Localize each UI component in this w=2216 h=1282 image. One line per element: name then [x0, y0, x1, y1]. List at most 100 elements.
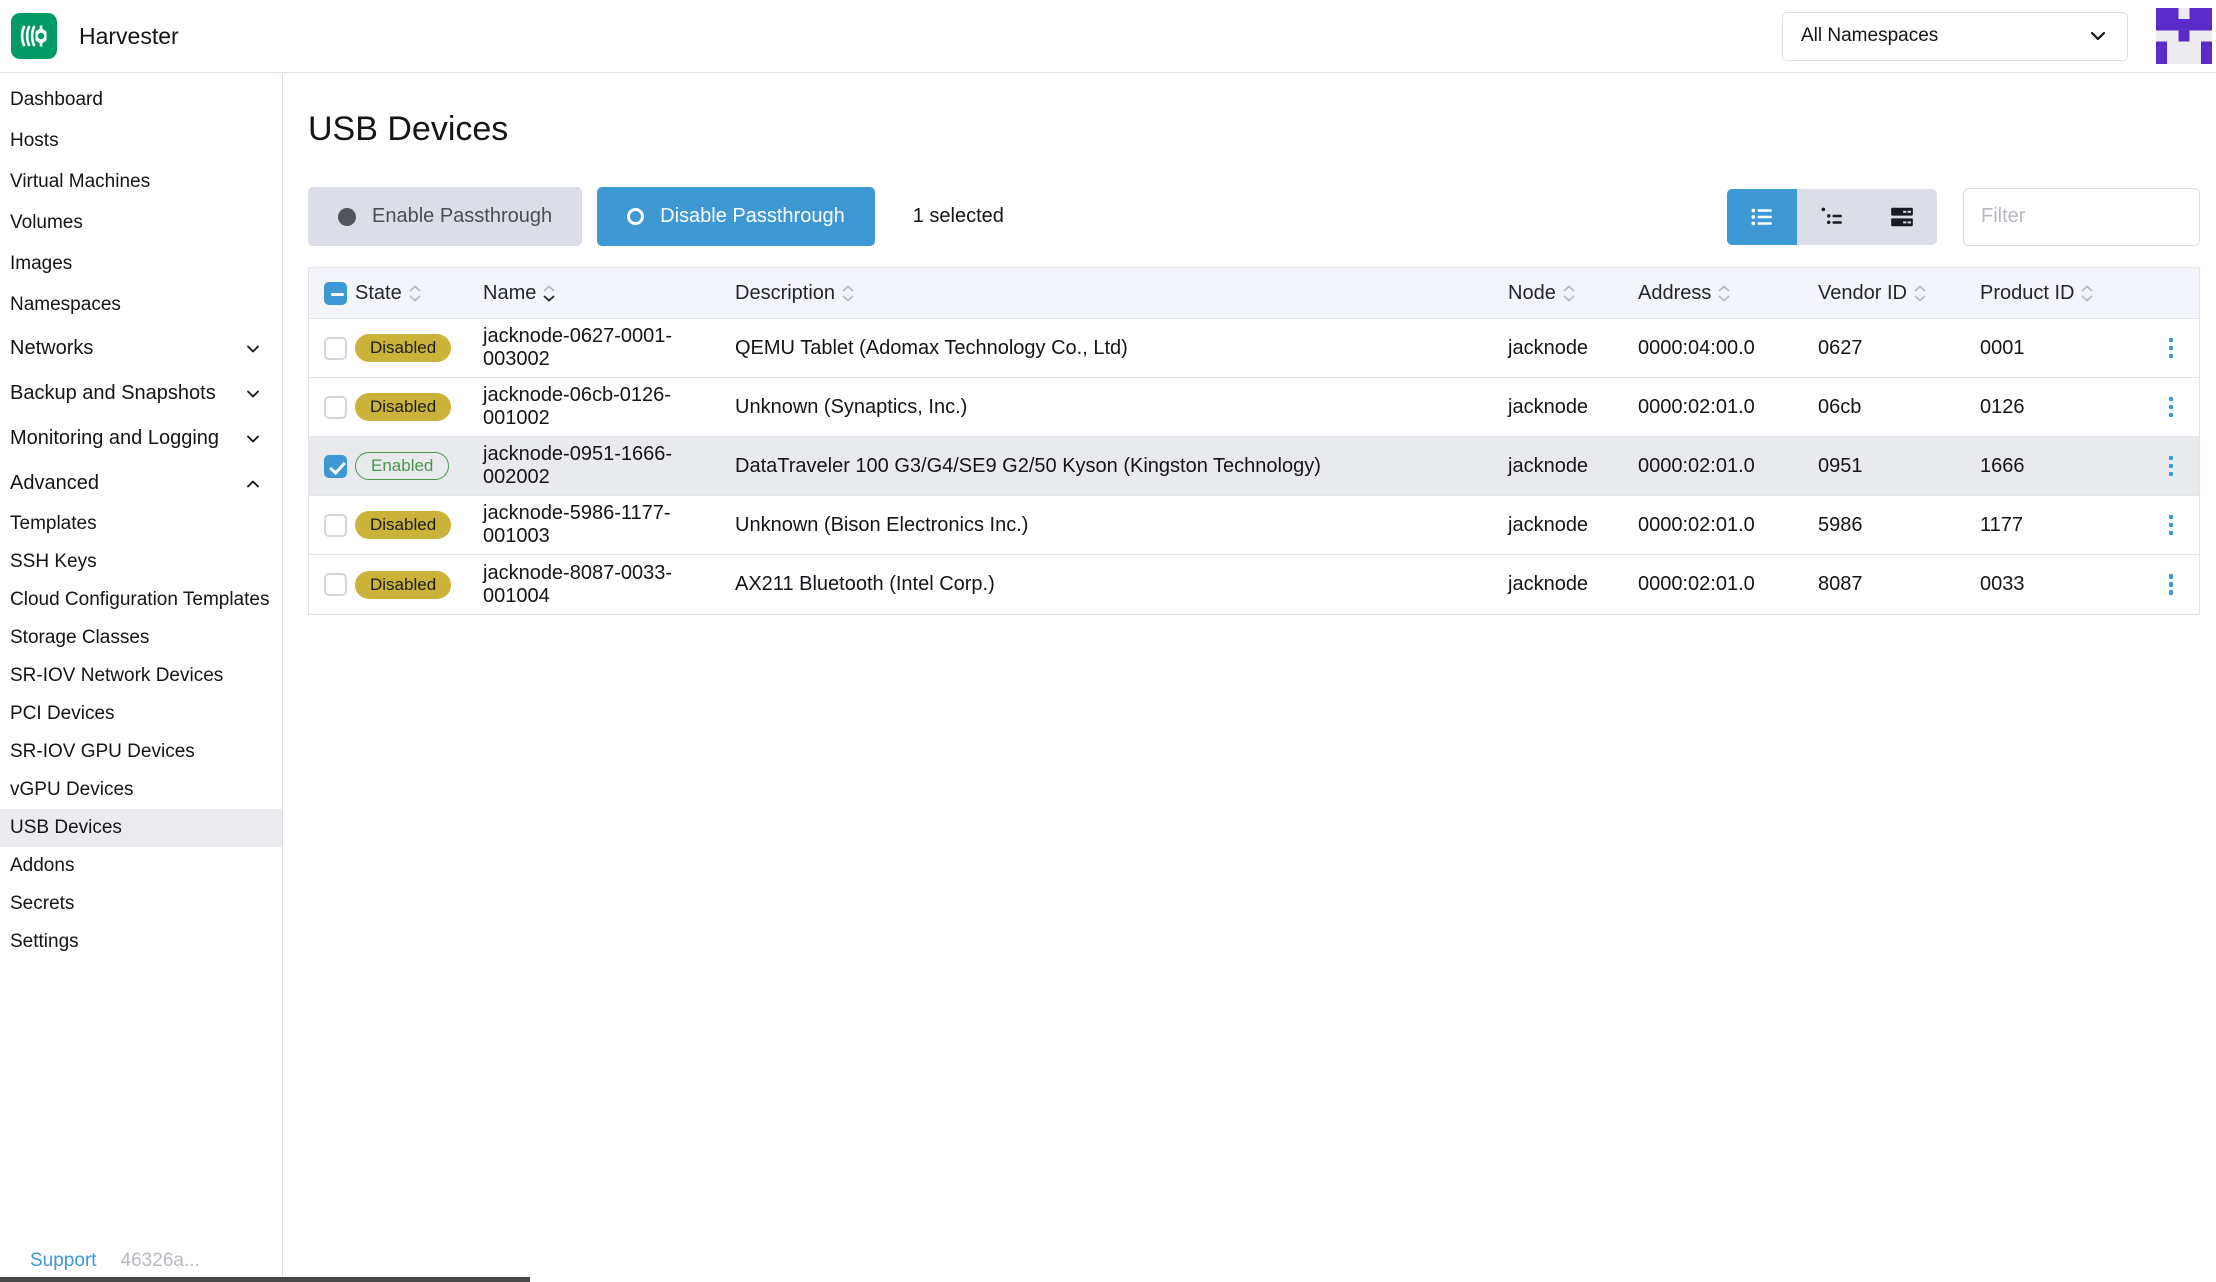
harvester-logo-glyph	[17, 19, 51, 53]
device-description: DataTraveler 100 G3/G4/SE9 G2/50 Kyson (…	[735, 455, 1508, 478]
namespace-selected-value: All Namespaces	[1801, 25, 1938, 47]
table-row: Disabled jacknode-06cb-0126-001002 Unkno…	[309, 378, 2199, 437]
row-checkbox[interactable]	[324, 396, 347, 419]
sidebar-nav: Dashboard Hosts Virtual Machines Volumes…	[0, 74, 283, 1282]
device-node: jacknode	[1508, 396, 1638, 419]
row-actions-menu-icon[interactable]	[2143, 391, 2199, 424]
user-avatar[interactable]	[2156, 8, 2212, 64]
horizontal-scrollbar-thumb[interactable]	[0, 1277, 530, 1282]
sidebar-item-label: Images	[10, 253, 72, 275]
sidebar-item-volumes[interactable]: Volumes	[0, 203, 282, 243]
support-link[interactable]: Support	[30, 1250, 97, 1272]
sidebar-item-label: Templates	[10, 513, 97, 535]
enable-passthrough-button[interactable]: Enable Passthrough	[308, 187, 582, 246]
sidebar-item-label: Settings	[10, 931, 79, 953]
device-product-id: 0033	[1980, 573, 2143, 596]
column-label: Node	[1508, 282, 1556, 305]
table-row: Disabled jacknode-0627-0001-003002 QEMU …	[309, 319, 2199, 378]
sidebar-item-label: Dashboard	[10, 89, 103, 111]
device-name: jacknode-5986-1177-001003	[483, 502, 735, 548]
row-checkbox[interactable]	[324, 337, 347, 360]
sidebar-group-label: Networks	[10, 337, 93, 360]
sidebar-item-namespaces[interactable]: Namespaces	[0, 285, 282, 325]
sidebar-item-usb-devices[interactable]: USB Devices	[0, 809, 282, 847]
select-all-checkbox[interactable]	[324, 282, 347, 305]
disable-passthrough-label: Disable Passthrough	[660, 205, 845, 228]
device-address: 0000:02:01.0	[1638, 396, 1818, 419]
sidebar-group-advanced[interactable]: Advanced	[0, 462, 282, 505]
sort-icon	[1913, 285, 1927, 302]
sidebar-item-sriov-network-devices[interactable]: SR-IOV Network Devices	[0, 657, 282, 695]
disable-passthrough-button[interactable]: Disable Passthrough	[597, 187, 875, 246]
sidebar-item-hosts[interactable]: Hosts	[0, 121, 282, 161]
header-cell-name[interactable]: Name	[483, 282, 735, 305]
chevron-down-icon	[244, 430, 262, 448]
sidebar-group-monitoring-and-logging[interactable]: Monitoring and Logging	[0, 417, 282, 460]
column-label: State	[355, 282, 402, 305]
sort-icon	[1562, 285, 1576, 302]
namespace-selector[interactable]: All Namespaces	[1782, 12, 2128, 61]
row-checkbox[interactable]	[324, 514, 347, 537]
header-cell-vendor-id[interactable]: Vendor ID	[1818, 282, 1980, 305]
sidebar-item-label: vGPU Devices	[10, 779, 134, 801]
sidebar-item-storage-classes[interactable]: Storage Classes	[0, 619, 282, 657]
dot-filled-icon	[338, 208, 356, 226]
device-product-id: 0001	[1980, 337, 2143, 360]
sort-icon	[408, 285, 422, 302]
chevron-down-icon	[244, 385, 262, 403]
row-actions-menu-icon[interactable]	[2143, 332, 2199, 365]
page-title: USB Devices	[308, 110, 2216, 149]
header-cell-product-id[interactable]: Product ID	[1980, 282, 2143, 305]
sidebar-item-sriov-gpu-devices[interactable]: SR-IOV GPU Devices	[0, 733, 282, 771]
row-actions-menu-icon[interactable]	[2143, 509, 2199, 542]
sidebar-item-label: Hosts	[10, 130, 59, 152]
device-vendor-id: 06cb	[1818, 396, 1980, 419]
header-cell-address[interactable]: Address	[1638, 282, 1818, 305]
sidebar-item-settings[interactable]: Settings	[0, 923, 282, 961]
dot-outline-icon	[627, 208, 644, 225]
row-actions-menu-icon[interactable]	[2143, 568, 2199, 601]
table-row: Disabled jacknode-5986-1177-001003 Unkno…	[309, 496, 2199, 555]
sort-icon	[841, 285, 855, 302]
row-checkbox[interactable]	[324, 455, 347, 478]
header-cell-description[interactable]: Description	[735, 282, 1508, 305]
sidebar-item-secrets[interactable]: Secrets	[0, 885, 282, 923]
sidebar-item-vgpu-devices[interactable]: vGPU Devices	[0, 771, 282, 809]
row-actions-menu-icon[interactable]	[2143, 450, 2199, 483]
sidebar-item-label: USB Devices	[10, 817, 122, 839]
device-description: Unknown (Synaptics, Inc.)	[735, 396, 1508, 419]
device-node: jacknode	[1508, 455, 1638, 478]
enable-passthrough-label: Enable Passthrough	[372, 205, 552, 228]
device-address: 0000:02:01.0	[1638, 455, 1818, 478]
device-vendor-id: 8087	[1818, 573, 1980, 596]
sidebar-item-label: Volumes	[10, 212, 83, 234]
sidebar-group-networks[interactable]: Networks	[0, 327, 282, 370]
device-product-id: 0126	[1980, 396, 2143, 419]
device-vendor-id: 0951	[1818, 455, 1980, 478]
filter-input[interactable]	[1963, 188, 2200, 246]
sidebar-item-ssh-keys[interactable]: SSH Keys	[0, 543, 282, 581]
sidebar-item-dashboard[interactable]: Dashboard	[0, 80, 282, 120]
sidebar-item-cloud-configuration-templates[interactable]: Cloud Configuration Templates	[0, 581, 282, 619]
sidebar-group-backup-and-snapshots[interactable]: Backup and Snapshots	[0, 372, 282, 415]
device-vendor-id: 5986	[1818, 514, 1980, 537]
sidebar-item-images[interactable]: Images	[0, 244, 282, 284]
sidebar-item-label: Cloud Configuration Templates	[10, 589, 269, 611]
version-text: 46326a...	[121, 1250, 200, 1272]
card-view-button[interactable]	[1867, 189, 1937, 245]
list-view-button[interactable]	[1727, 189, 1797, 245]
header-cell-state[interactable]: State	[353, 282, 483, 305]
header-cell-node[interactable]: Node	[1508, 282, 1638, 305]
harvester-logo-icon[interactable]	[11, 13, 57, 59]
sidebar-group-label: Monitoring and Logging	[10, 427, 219, 450]
sidebar-item-virtual-machines[interactable]: Virtual Machines	[0, 162, 282, 202]
sidebar-item-addons[interactable]: Addons	[0, 847, 282, 885]
sidebar-item-templates[interactable]: Templates	[0, 505, 282, 543]
row-checkbox[interactable]	[324, 573, 347, 596]
chevron-down-icon	[2087, 25, 2109, 47]
grouped-list-view-button[interactable]	[1797, 189, 1867, 245]
sort-icon	[1717, 285, 1731, 302]
status-badge: Disabled	[355, 334, 451, 362]
device-address: 0000:02:01.0	[1638, 514, 1818, 537]
sidebar-item-pci-devices[interactable]: PCI Devices	[0, 695, 282, 733]
